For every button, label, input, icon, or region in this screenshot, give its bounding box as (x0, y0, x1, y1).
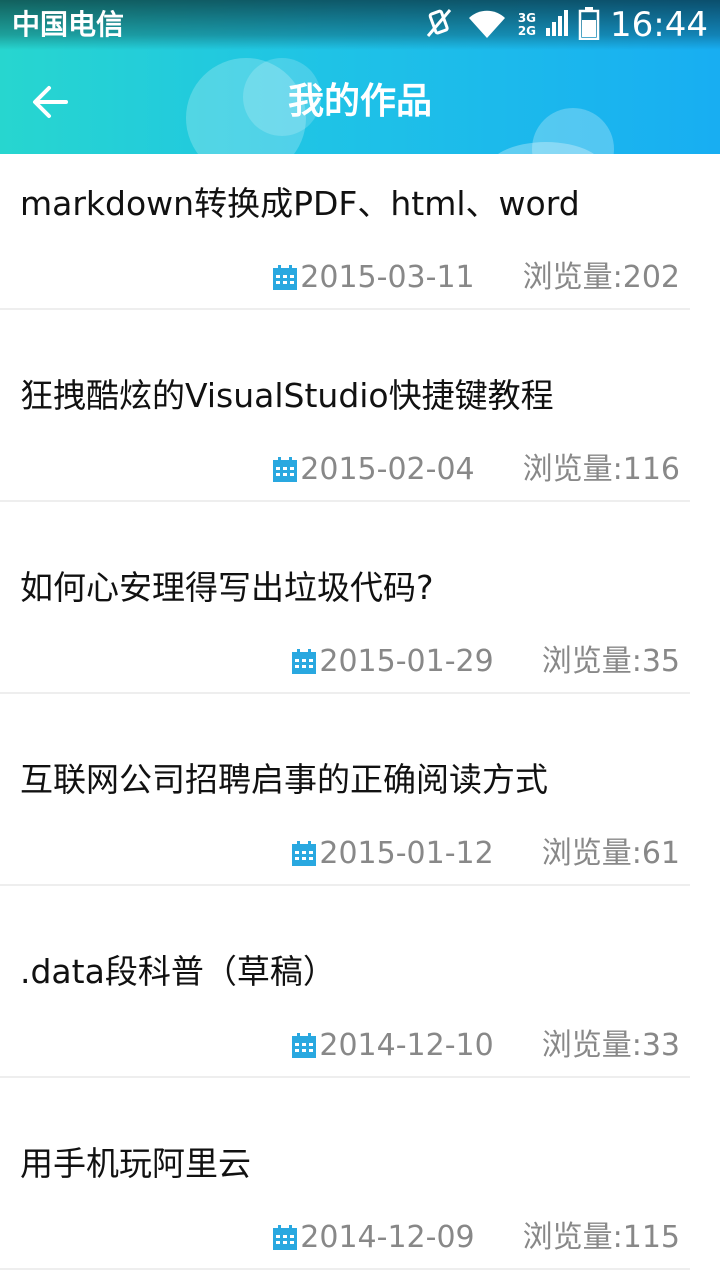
item-title: .data段科普（草稿） (20, 952, 336, 991)
header: 中国电信 3G 2G 16:44 我的作品 (0, 0, 720, 154)
clock: 16:44 (610, 5, 708, 45)
item-date: 2015-01-29 (319, 644, 494, 679)
item-date-group: 2015-01-29 (291, 642, 494, 682)
page-title: 我的作品 (287, 81, 432, 122)
item-views: 浏览量:33 (541, 1028, 680, 1063)
item-title: 用手机玩阿里云 (20, 1144, 251, 1183)
item-meta: 2015-03-11 浏览量:202 (272, 258, 680, 298)
item-date: 2014-12-09 (300, 1220, 475, 1255)
item-title: 互联网公司招聘启事的正确阅读方式 (20, 760, 548, 799)
item-date-group: 2014-12-09 (272, 1218, 475, 1258)
calendar-icon (273, 1225, 298, 1250)
calendar-icon (292, 1033, 317, 1058)
list-item[interactable]: 用手机玩阿里云 2014-12-09 浏览量:115 (0, 1078, 720, 1270)
arrow-left-icon (33, 86, 68, 118)
item-date: 2015-03-11 (300, 260, 475, 295)
carrier-label: 中国电信 (12, 8, 125, 41)
app-bar: 我的作品 (0, 50, 720, 154)
list-item[interactable]: 狂拽酷炫的VisualStudio快捷键教程 2015-02-04 浏览量:11 (0, 310, 720, 502)
item-views: 浏览量:115 (522, 1220, 680, 1255)
list-item[interactable]: .data段科普（草稿） 2014-12-10 浏览量:33 (0, 886, 720, 1078)
network-bottom-label: 2G (517, 24, 537, 38)
signal-icon (546, 8, 569, 42)
wifi-icon (466, 6, 508, 44)
item-date: 2014-12-10 (319, 1028, 494, 1063)
item-date-group: 2015-01-12 (291, 834, 494, 874)
item-date: 2015-02-04 (300, 452, 475, 487)
item-title: markdown转换成PDF、html、word (20, 184, 580, 223)
mute-icon (422, 6, 456, 44)
item-meta: 2015-01-29 浏览量:35 (291, 642, 680, 682)
calendar-icon (273, 457, 298, 482)
item-date-group: 2015-02-04 (272, 450, 475, 490)
item-meta: 2015-02-04 浏览量:116 (272, 450, 680, 490)
item-meta: 2014-12-09 浏览量:115 (272, 1218, 680, 1258)
screen: 中国电信 3G 2G 16:44 我的作品 markdown转换成PDF、htm… (0, 0, 720, 1280)
item-views: 浏览量:35 (541, 644, 680, 679)
item-views: 浏览量:61 (541, 836, 680, 871)
item-meta: 2014-12-10 浏览量:33 (291, 1026, 680, 1066)
back-button[interactable] (22, 74, 78, 130)
network-type-labels: 3G 2G (518, 12, 536, 38)
calendar-icon (273, 265, 298, 290)
item-title: 如何心安理得写出垃圾代码? (20, 568, 434, 607)
item-date-group: 2014-12-10 (291, 1026, 494, 1066)
item-date-group: 2015-03-11 (272, 258, 475, 298)
status-icons: 3G 2G 16:44 (422, 4, 708, 46)
calendar-icon (292, 649, 317, 674)
item-title: 狂拽酷炫的VisualStudio快捷键教程 (20, 376, 554, 415)
item-date: 2015-01-12 (319, 836, 494, 871)
divider (0, 1268, 690, 1270)
list-item[interactable]: 互联网公司招聘启事的正确阅读方式 2015-01-12 浏览量:61 (0, 694, 720, 886)
calendar-icon (292, 841, 317, 866)
item-views: 浏览量:116 (522, 452, 680, 487)
list-item[interactable]: 如何心安理得写出垃圾代码? 2015-01-29 浏览量:35 (0, 502, 720, 694)
battery-icon (578, 6, 600, 44)
works-list: markdown转换成PDF、html、word 2015-03-11 浏览量: (0, 154, 720, 1270)
item-views: 浏览量:202 (522, 260, 680, 295)
item-meta: 2015-01-12 浏览量:61 (291, 834, 680, 874)
list-item[interactable]: markdown转换成PDF、html、word 2015-03-11 浏览量: (0, 154, 720, 310)
status-bar: 中国电信 3G 2G 16:44 (0, 0, 720, 50)
